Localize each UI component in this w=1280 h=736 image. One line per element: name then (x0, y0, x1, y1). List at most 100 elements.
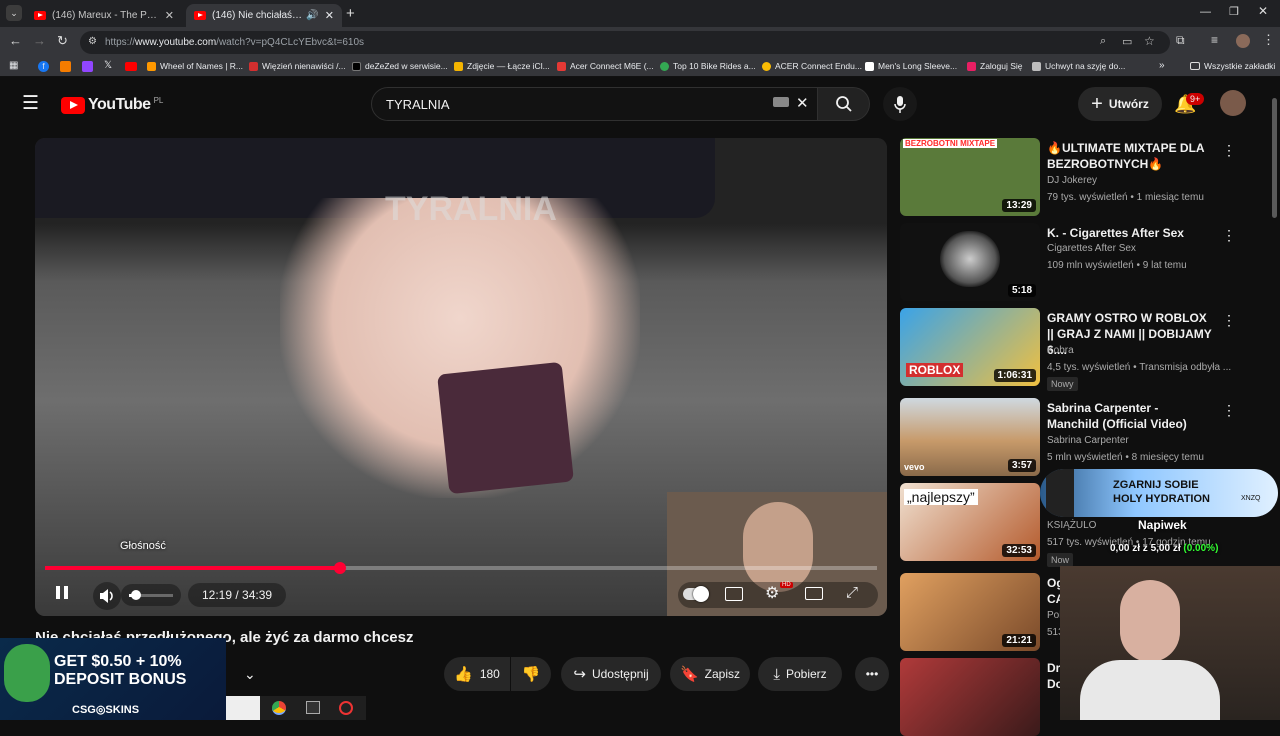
twitch-bookmark-icon[interactable] (82, 61, 93, 72)
region-code: PL (153, 95, 164, 105)
audio-icon[interactable]: 🔊 (306, 10, 318, 21)
video-title[interactable]: K. - Cigarettes After Sex (1047, 225, 1212, 241)
trading-card-tin (437, 361, 574, 495)
theater-mode-icon[interactable] (805, 587, 823, 600)
video-thumbnail[interactable]: 5:18 (900, 223, 1040, 301)
terminal-taskbar-icon[interactable] (306, 701, 320, 714)
channel-name[interactable]: DJ Jokerey (1047, 175, 1097, 186)
voice-search-button[interactable] (883, 87, 917, 121)
recommendation-item[interactable]: ROBLOX 1:06:31 GRAMY OSTRO W ROBLOX || G… (900, 308, 1236, 393)
bookmark-item[interactable]: Zdjęcie — Łącze iCl... (454, 61, 550, 71)
reload-icon[interactable]: ↻ (57, 33, 68, 49)
fullscreen-icon[interactable]: ⤢ (846, 584, 858, 601)
apps-grid-icon[interactable]: ▦ (9, 60, 18, 71)
more-options-icon[interactable]: ⋮ (1222, 402, 1236, 419)
subscribe-dropdown-icon[interactable]: ⌄ (244, 666, 256, 683)
video-title[interactable]: Sabrina Carpenter - Manchild (Official V… (1047, 400, 1212, 432)
channel-name[interactable]: Cigarettes After Sex (1047, 243, 1136, 254)
bookmark-item[interactable]: Acer Connect M6E (... (557, 61, 654, 71)
bookmark-item[interactable]: Więzień nienawiści /... (249, 61, 346, 71)
video-thumbnail[interactable]: „najlepszy” 32:53 (900, 483, 1040, 561)
reading-list-icon[interactable]: ≡ (1211, 33, 1218, 47)
channel-name[interactable]: KSIĄŻULO (1047, 520, 1096, 531)
video-thumbnail[interactable]: ROBLOX 1:06:31 (900, 308, 1040, 386)
channel-name[interactable]: Sabrina Carpenter (1047, 435, 1129, 446)
cast-icon[interactable]: ▭ (1122, 35, 1132, 48)
new-tab-button[interactable]: + (346, 5, 355, 22)
close-tab-icon[interactable]: ✕ (319, 9, 334, 22)
subtitles-icon[interactable] (725, 587, 743, 601)
minimize-icon[interactable]: — (1200, 6, 1211, 18)
pause-button[interactable] (53, 584, 73, 602)
bookmark-icon[interactable] (60, 61, 71, 72)
x-bookmark-icon[interactable]: 𝕏 (104, 60, 112, 71)
chrome-taskbar-icon[interactable] (272, 701, 286, 715)
forward-icon[interactable]: → (33, 33, 46, 48)
autoplay-toggle[interactable] (683, 586, 709, 602)
channel-name[interactable]: Kobra (1047, 345, 1074, 356)
address-bar[interactable]: ⚙ https://www.youtube.com/watch?v=pQ4CLc… (80, 31, 1170, 54)
dislike-button[interactable]: 👎 (511, 657, 551, 691)
facebook-bookmark-icon[interactable]: f (38, 61, 49, 72)
bookmark-item[interactable]: Zaloguj Się (967, 61, 1023, 71)
youtube-page: ☰ YouTube PL TYRALNIA ✕ + Utwórz 🔔 9+ TY… (0, 78, 1280, 736)
volume-slider[interactable] (121, 584, 181, 606)
share-button[interactable]: ↪ Udostępnij (561, 657, 661, 691)
bookmark-item[interactable]: Top 10 Bike Rides a... (660, 61, 756, 71)
more-options-icon[interactable]: ⋮ (1222, 142, 1236, 159)
search-input[interactable]: TYRALNIA ✕ (371, 87, 818, 121)
video-thumbnail[interactable]: vevo 3:57 (900, 398, 1040, 476)
video-player[interactable]: TYRALNIA Głośność 12:19 / 34:39 ⚙ HD ⤢ (35, 138, 887, 616)
video-thumbnail[interactable]: BEZROBOTNI MIXTAPE 13:29 (900, 138, 1040, 216)
tab-search-button[interactable]: ⌄ (6, 5, 22, 21)
browser-tab-1[interactable]: (146) Mareux - The Perfect Girl ✕ (26, 4, 182, 27)
site-info-icon[interactable]: ⚙ (88, 36, 97, 47)
search-button[interactable] (818, 87, 870, 121)
youtube-bookmark-icon[interactable] (125, 62, 137, 71)
close-window-icon[interactable]: ✕ (1258, 4, 1268, 18)
more-options-icon[interactable]: ⋮ (1222, 312, 1236, 329)
page-scrollbar[interactable] (1272, 98, 1277, 218)
video-title[interactable]: 🔥ULTIMATE MIXTAPE DLA BEZROBOTNYCH🔥 (1047, 140, 1212, 172)
bookmark-item[interactable]: Wheel of Names | R... (147, 61, 243, 71)
recommendation-item[interactable]: vevo 3:57 Sabrina Carpenter - Manchild (… (900, 398, 1236, 478)
all-bookmarks-folder[interactable]: Wszystkie zakładki (1190, 61, 1275, 71)
hamburger-menu-icon[interactable]: ☰ (22, 94, 39, 113)
restore-icon[interactable]: ❐ (1229, 5, 1239, 18)
recommendation-item[interactable]: BEZROBOTNI MIXTAPE 13:29 🔥ULTIMATE MIXTA… (900, 138, 1236, 218)
bookmark-favicon-icon (762, 61, 771, 71)
account-avatar[interactable] (1220, 90, 1246, 116)
close-tab-icon[interactable]: ✕ (159, 9, 174, 22)
download-button[interactable]: ⤓ Pobierz (758, 657, 842, 691)
back-icon[interactable]: ← (9, 33, 22, 48)
settings-gear-icon[interactable]: ⚙ (765, 583, 779, 603)
bookmark-item[interactable]: Uchwyt na szyję do... (1032, 61, 1125, 71)
progress-track[interactable] (45, 562, 877, 574)
browser-tab-2[interactable]: (146) Nie chciałaś przedłuż... 🔊 ✕ (186, 4, 342, 27)
bookmark-star-icon[interactable]: ☆ (1144, 34, 1155, 48)
recommendation-item[interactable]: 5:18 K. - Cigarettes After Sex Cigarette… (900, 223, 1236, 303)
chrome-menu-icon[interactable]: ⋮ (1262, 32, 1275, 48)
bookmark-item[interactable]: ACER Connect Endu... (762, 61, 862, 71)
taskbar-app-icon[interactable] (226, 696, 260, 720)
clear-search-icon[interactable]: ✕ (796, 94, 809, 112)
create-button[interactable]: + Utwórz (1078, 87, 1162, 121)
video-thumbnail[interactable]: 21:21 (900, 573, 1040, 651)
bookmark-item[interactable]: Men's Long Sleeve... (865, 61, 957, 71)
more-bookmarks-icon[interactable]: » (1159, 60, 1165, 71)
keyboard-icon[interactable] (773, 97, 789, 107)
profile-avatar[interactable] (1236, 34, 1250, 48)
youtube-logo[interactable]: YouTube PL (61, 96, 163, 114)
extensions-icon[interactable]: ⧉ (1176, 33, 1185, 48)
video-thumbnail[interactable] (900, 658, 1040, 736)
volume-knob[interactable] (130, 590, 141, 600)
save-button[interactable]: 🔖 Zapisz (670, 657, 750, 691)
bookmark-label: Zaloguj Się (980, 61, 1023, 71)
zoom-icon[interactable]: ⌕ (1100, 35, 1106, 48)
volume-button[interactable] (93, 582, 121, 610)
more-options-icon[interactable]: ⋮ (1222, 227, 1236, 244)
like-button[interactable]: 👍 180 (444, 657, 510, 691)
more-actions-button[interactable]: ••• (855, 657, 889, 691)
bookmark-item[interactable]: deZeZed w serwisie... (352, 61, 448, 71)
obs-taskbar-icon[interactable] (339, 701, 353, 715)
